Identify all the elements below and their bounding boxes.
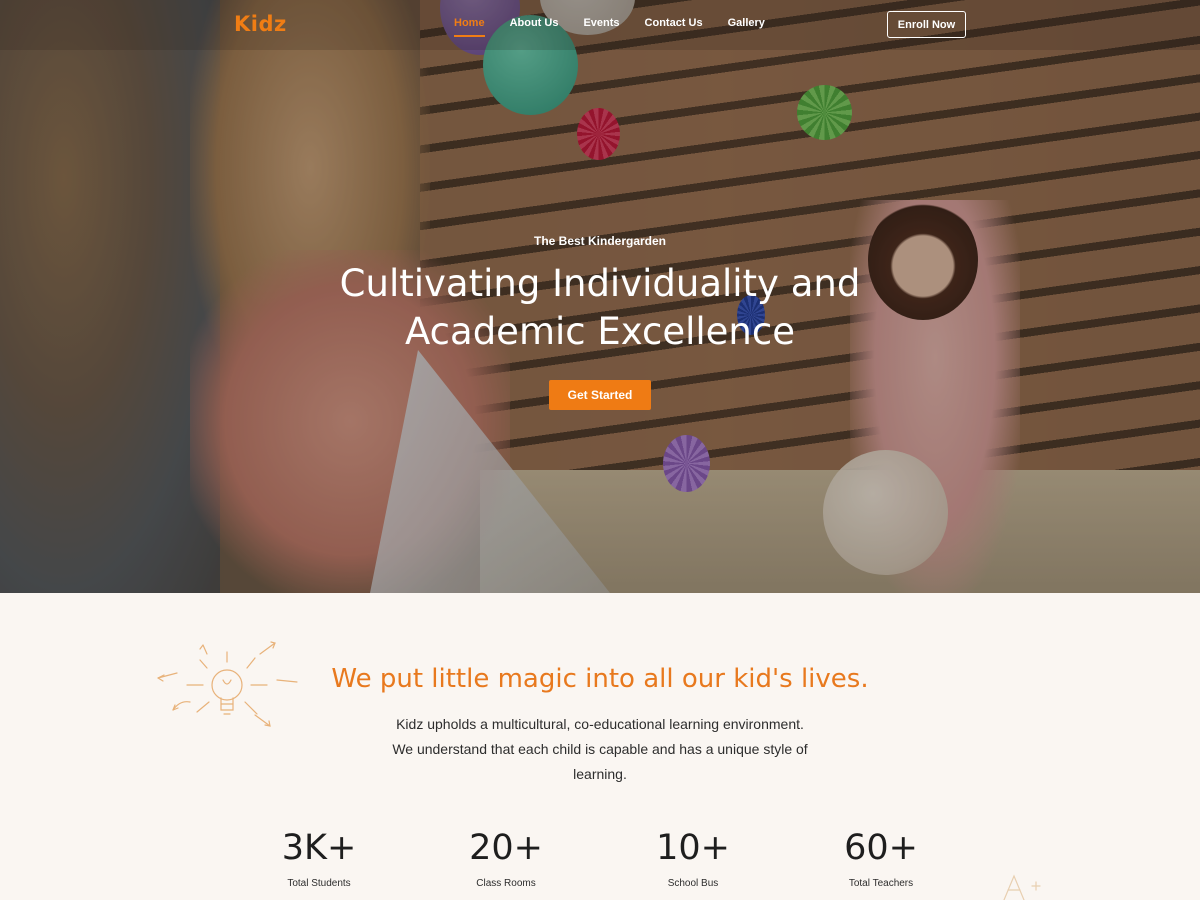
stat-value: 20+ [469, 828, 543, 868]
stat-label: Class Rooms [476, 878, 536, 889]
stat-label: Total Teachers [848, 878, 914, 889]
stat-school-bus: 10+ School Bus [613, 826, 773, 889]
hero-subtitle: The Best Kindergarden [533, 234, 667, 248]
magic-description: Kidz upholds a multicultural, co-educati… [392, 716, 808, 782]
hero-title: Cultivating Individuality and Academic E… [339, 262, 861, 353]
nav-link-events[interactable]: Events [583, 17, 619, 37]
stat-label: School Bus [667, 878, 719, 889]
stat-total-teachers: 60+ Total Teachers [801, 826, 961, 889]
nav-link-home[interactable]: Home [454, 17, 485, 37]
magic-title: We put little magic into all our kid's l… [331, 664, 869, 694]
letter-a-doodle-icon [1003, 874, 1041, 900]
nav-links: Home About Us Events Contact Us Gallery [442, 17, 790, 37]
logo[interactable]: Kidz [234, 12, 287, 36]
nav-link-contact-us[interactable]: Contact Us [645, 17, 703, 37]
stat-value: 60+ [844, 828, 918, 868]
nav-link-about-us[interactable]: About Us [510, 17, 559, 37]
stat-total-students: 3K+ Total Students [239, 826, 399, 889]
top-nav: Kidz Home About Us Events Contact Us Gal… [0, 0, 1200, 50]
stat-label: Total Students [287, 878, 351, 889]
get-started-button[interactable]: Get Started [549, 380, 651, 410]
enroll-now-button[interactable]: Enroll Now [887, 11, 966, 38]
stat-value: 10+ [656, 828, 730, 868]
stat-value: 3K+ [281, 828, 357, 868]
nav-link-gallery[interactable]: Gallery [728, 17, 765, 37]
stat-class-rooms: 20+ Class Rooms [426, 826, 586, 889]
